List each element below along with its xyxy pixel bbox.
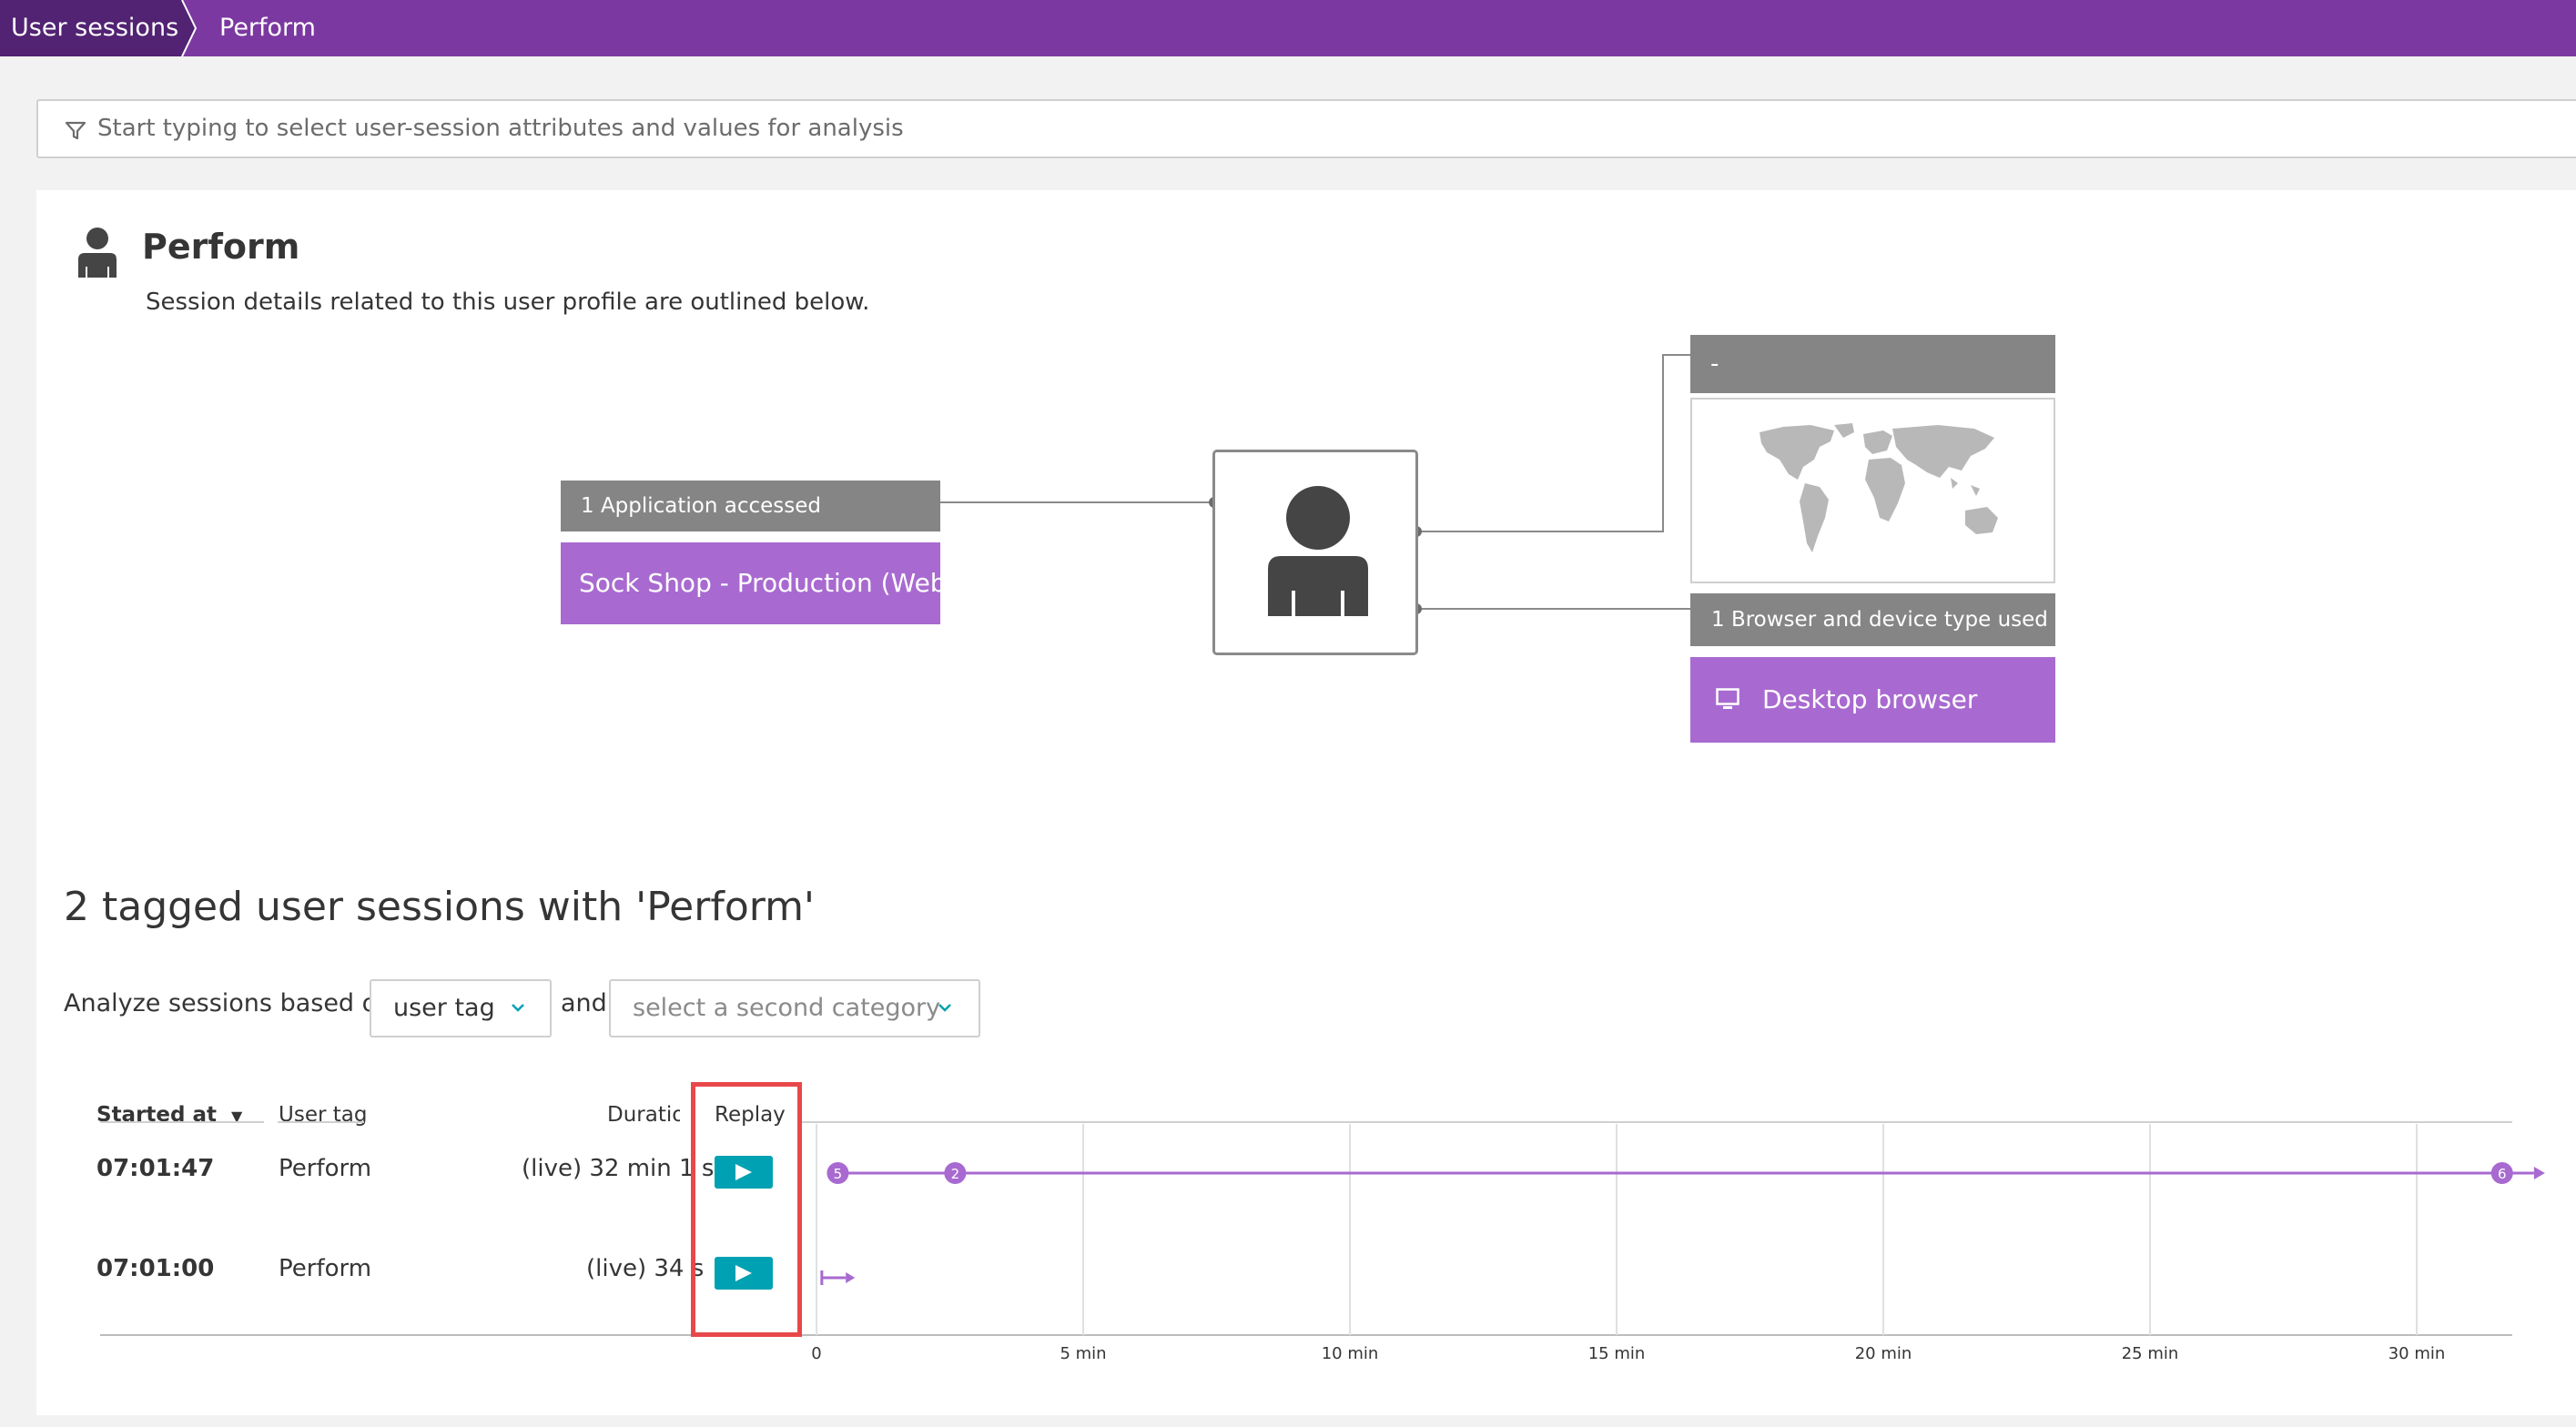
timeline-event-count: 2 [951,1166,960,1182]
user-profile-panel: Perform Session details related to this … [36,190,2576,1415]
session-timeline-marks: 5 2 6 [820,1162,2545,1285]
timeline-tick-label: 5 min [1060,1344,1107,1363]
timeline-tick-label: 30 min [2388,1344,2446,1363]
breadcrumb: User sessions Perform [0,0,2576,56]
timeline-event-count: 6 [2498,1166,2507,1182]
breadcrumb-item-user-sessions[interactable]: User sessions [0,0,182,56]
timeline-tick-label: 25 min [2121,1344,2179,1363]
row-1-started: 07:01:47 [96,1155,215,1182]
session-filter-input[interactable]: Start typing to select user-session attr… [36,99,2576,158]
row-2-user-tag: Perform [279,1255,372,1282]
arrow-right-icon [846,1272,856,1283]
breadcrumb-item-perform[interactable]: Perform [219,0,316,56]
timeline-tick-label: 15 min [1587,1344,1646,1363]
row-2-started: 07:01:00 [96,1255,215,1282]
timeline-tick-label: 10 min [1321,1344,1379,1363]
replay-highlight [691,1082,802,1337]
timeline-event-count: 5 [834,1166,843,1182]
filter-icon [65,121,86,140]
timeline-tick-label: 20 min [1854,1344,1912,1363]
timeline-tick-label: 0 [811,1344,822,1363]
filter-placeholder: Start typing to select user-session attr… [97,115,904,142]
row-1-user-tag: Perform [279,1155,372,1182]
arrow-right-icon [2533,1167,2545,1179]
breadcrumb-separator-icon [178,0,198,56]
breadcrumb-item-label: User sessions [11,14,179,42]
